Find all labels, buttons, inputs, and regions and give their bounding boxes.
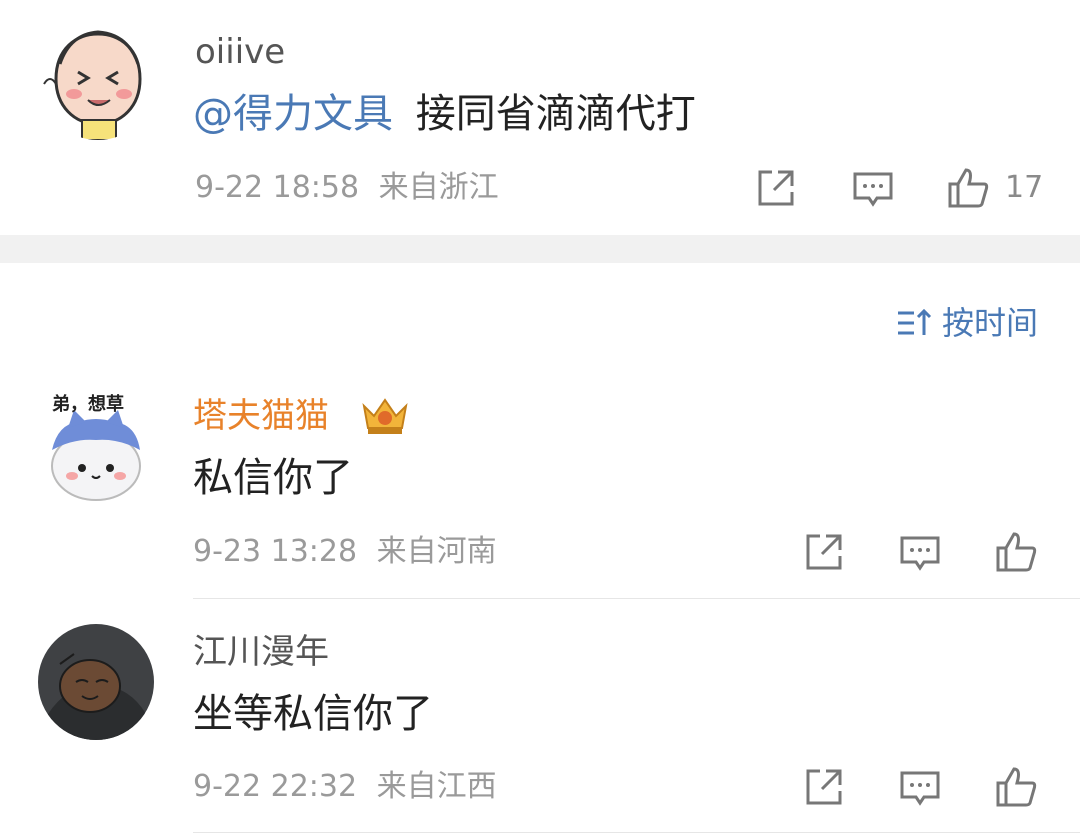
like-icon[interactable] — [994, 530, 1038, 574]
comment-icon[interactable] — [851, 166, 895, 210]
comment-separator — [193, 832, 1080, 833]
vip-crown-icon — [358, 392, 412, 438]
comment-icon[interactable] — [898, 765, 942, 809]
comment-body: 私信你了 — [193, 455, 353, 501]
comment-meta: 9-22 18:58 来自浙江 — [195, 170, 499, 206]
comment-body: 坐等私信你了 — [193, 691, 433, 737]
sort-toggle[interactable]: 按时间 — [896, 304, 1038, 342]
username[interactable]: 江川漫年 — [193, 632, 329, 672]
mention-link[interactable]: @得力文具 — [193, 91, 393, 137]
share-icon[interactable] — [802, 765, 846, 809]
comment-meta: 9-22 22:32 来自江西 — [193, 769, 497, 805]
comment-text: @得力文具 接同省滴滴代打 — [193, 90, 696, 138]
section-divider — [0, 235, 1080, 263]
comment-meta: 9-23 13:28 来自河南 — [193, 534, 497, 570]
timestamp: 9-22 18:58 — [195, 170, 360, 205]
username[interactable]: 塔夫猫猫 — [193, 396, 329, 436]
comment-body: 接同省滴滴代打 — [415, 91, 696, 137]
timestamp: 9-23 13:28 — [193, 534, 358, 569]
location: 来自浙江 — [378, 170, 499, 205]
avatar[interactable] — [38, 624, 154, 740]
sort-icon — [897, 308, 932, 335]
avatar[interactable] — [40, 24, 156, 140]
location: 来自江西 — [376, 769, 497, 804]
sort-label: 按时间 — [941, 304, 1038, 342]
like-icon[interactable] — [994, 765, 1038, 809]
share-icon[interactable] — [754, 166, 798, 210]
location: 来自河南 — [376, 534, 497, 569]
comment-separator — [193, 598, 1080, 599]
comment-icon[interactable] — [898, 530, 942, 574]
username[interactable]: oiiive — [195, 32, 285, 72]
timestamp: 9-22 22:32 — [193, 769, 358, 804]
avatar-caption: 弟，想草 — [52, 394, 124, 415]
like-icon[interactable] — [946, 166, 990, 210]
like-count: 17 — [1005, 170, 1044, 205]
share-icon[interactable] — [802, 530, 846, 574]
